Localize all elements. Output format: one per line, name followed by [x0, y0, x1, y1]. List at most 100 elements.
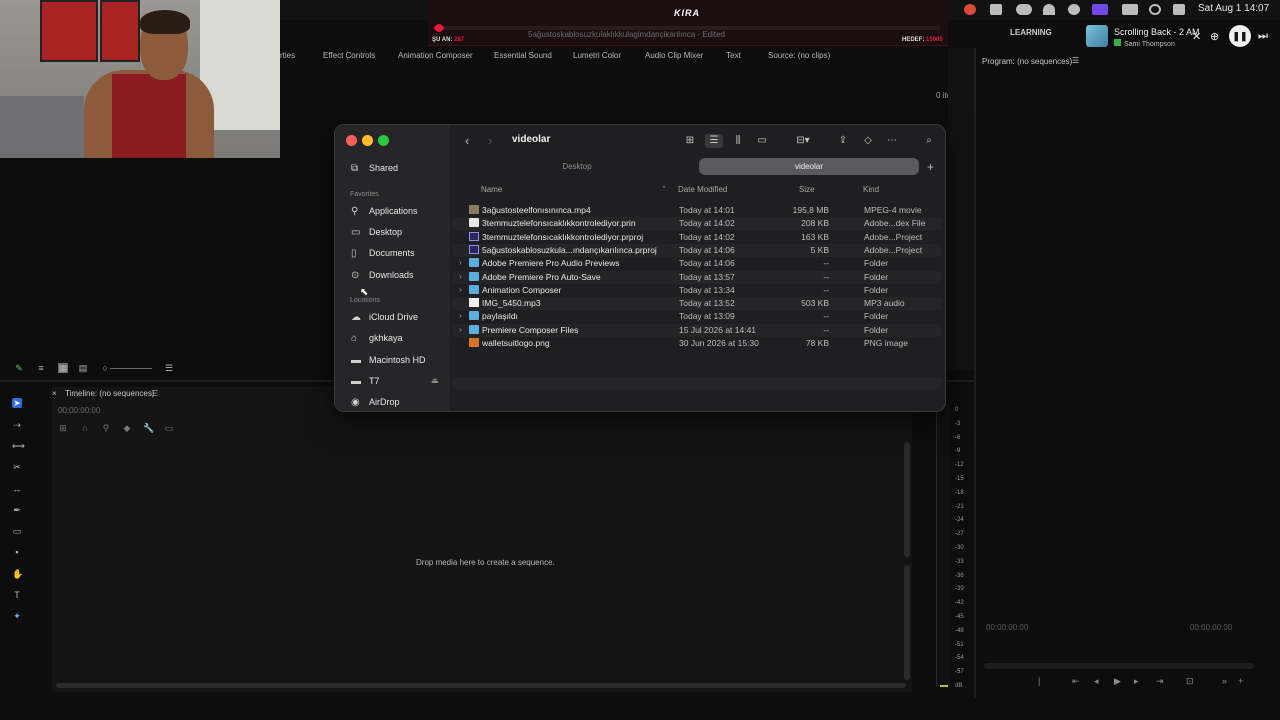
play-circle-icon[interactable] — [1068, 4, 1080, 15]
sidebar-item-applications[interactable]: ⚲ Applications — [351, 206, 418, 222]
mark-in-icon[interactable]: | — [1038, 676, 1040, 686]
sidebar-item-home[interactable]: ⌂ gkhkaya — [351, 333, 403, 349]
nest-icon[interactable]: ⊞ — [58, 423, 68, 433]
add-icon[interactable]: ⊕ — [1210, 30, 1219, 43]
icon-view-icon[interactable]: ▦ — [58, 363, 68, 373]
sort-chevron-icon[interactable]: ⌃ — [661, 185, 667, 193]
minimize-window-button[interactable] — [362, 135, 373, 146]
rectangle-tool-icon[interactable]: ▭ — [12, 526, 22, 536]
marker-icon[interactable]: ◆ — [122, 423, 132, 433]
ripple-edit-icon[interactable]: ⟷ — [12, 441, 25, 451]
zoom-slider-handle[interactable]: ○ — [100, 363, 110, 373]
search-icon[interactable] — [1149, 4, 1161, 15]
hand-tool-icon[interactable]: ✋ — [12, 569, 23, 579]
tab-animation-composer[interactable]: Animation Composer — [398, 51, 473, 60]
file-row[interactable]: › Premiere Composer Files 15 Jul 2026 at 1… — [453, 323, 941, 337]
sidebar-item-shared[interactable]: ⧉ Shared — [351, 163, 398, 179]
more-icon[interactable]: ⋯ — [883, 134, 901, 148]
file-row[interactable]: 3temmuztelefonsıcaklıkkontrolediyor.prpr… — [453, 231, 941, 244]
pen-tool-icon[interactable]: ✒ — [12, 505, 22, 515]
slip-tool-icon[interactable]: ↔ — [12, 484, 22, 494]
step-back-icon[interactable]: ◂ — [1094, 676, 1099, 687]
sidebar-item-icloud[interactable]: ☁ iCloud Drive — [351, 312, 418, 328]
timeline-scrollbar-h[interactable] — [56, 683, 906, 688]
next-track-icon[interactable]: ⏭ — [1258, 30, 1268, 43]
pause-button[interactable]: ❚❚ — [1229, 25, 1251, 47]
tab-lumetri-color[interactable]: Lumetri Color — [573, 51, 621, 60]
tab-source[interactable]: Source: (no clips) — [768, 51, 830, 60]
disclosure-chevron-icon[interactable]: › — [459, 272, 462, 281]
column-view-icon[interactable]: ⫼ — [729, 134, 747, 148]
tag-icon[interactable]: ◇ — [859, 134, 877, 148]
control-center-icon[interactable] — [1173, 4, 1185, 15]
close-window-button[interactable] — [346, 135, 357, 146]
more-controls-icon[interactable]: » — [1222, 676, 1227, 686]
back-icon[interactable]: ‹ — [465, 133, 469, 148]
list-view-icon[interactable]: ☰ — [705, 134, 723, 148]
tab-effect-controls[interactable]: Effect Controls — [323, 51, 375, 60]
timeline-close-icon[interactable]: × — [52, 389, 57, 398]
column-size[interactable]: Size — [799, 185, 815, 194]
program-time-right[interactable]: 00:00:00:00 — [1190, 623, 1232, 632]
column-date[interactable]: Date Modified — [678, 185, 727, 194]
file-row[interactable]: 3ağustosteelfonısınınca.mp4 Today at 14:0… — [453, 204, 941, 217]
file-row[interactable]: › Adobe Premiere Pro Auto-Save Today at 13… — [453, 270, 941, 284]
wifi-icon[interactable] — [1043, 4, 1055, 15]
group-icon[interactable]: ⊟▾ — [791, 134, 815, 148]
file-row[interactable]: › Adobe Premiere Pro Audio Previews Today … — [453, 257, 941, 270]
tab-audio-clip-mixer[interactable]: Audio Clip Mixer — [645, 51, 703, 60]
generative-tool-icon[interactable]: ✦ — [12, 611, 22, 621]
linked-icon[interactable]: ⚲ — [101, 423, 111, 433]
go-to-out-icon[interactable]: ⇥ — [1156, 676, 1164, 687]
column-name[interactable]: Name — [481, 185, 502, 194]
clock[interactable]: Sat Aug 1 14:07 — [1198, 3, 1269, 14]
share-icon[interactable]: ⇪ — [834, 134, 852, 148]
tab-essential-sound[interactable]: Essential Sound — [494, 51, 552, 60]
freeform-view-icon[interactable]: ▤ — [78, 363, 88, 373]
disclosure-chevron-icon[interactable]: › — [459, 285, 462, 294]
file-row[interactable]: › paylaşıldı Today at 13:09 -- Folder — [453, 310, 941, 323]
timeline-menu-icon[interactable]: ☰ — [151, 389, 158, 398]
file-row[interactable]: › Animation Composer Today at 13:34 -- Folde… — [453, 284, 941, 297]
sidebar-item-t7[interactable]: ▬ T7 ⏏ — [351, 376, 441, 392]
gallery-view-icon[interactable]: ▭ — [753, 134, 771, 148]
battery-icon[interactable] — [1122, 4, 1138, 15]
disclosure-chevron-icon[interactable]: › — [459, 258, 462, 267]
tab-text[interactable]: Text — [726, 51, 741, 60]
program-monitor-title[interactable]: Program: (no sequences) — [982, 57, 1072, 66]
timeline-title[interactable]: Timeline: (no sequences) — [65, 389, 155, 398]
path-desktop[interactable]: Desktop — [457, 158, 697, 175]
path-videolar[interactable]: videolar — [699, 158, 919, 175]
program-scrubber[interactable] — [984, 663, 1254, 669]
cloud-sync-icon[interactable] — [1016, 4, 1032, 15]
sort-icon[interactable]: ☰ — [164, 363, 174, 373]
play-icon[interactable]: ▶ — [1114, 676, 1121, 687]
timeline-scrollbar-v2[interactable] — [904, 565, 910, 680]
icon-view-icon[interactable]: ⊞ — [681, 134, 699, 148]
export-frame-icon[interactable]: ⊡ — [1186, 676, 1194, 687]
eject-icon[interactable]: ⏏ — [431, 376, 439, 385]
program-menu-icon[interactable]: ☰ — [1072, 56, 1079, 65]
zoom-slider[interactable] — [110, 368, 152, 369]
sidebar-item-downloads[interactable]: ⊙ Downloads — [351, 270, 414, 286]
column-kind[interactable]: Kind — [863, 185, 879, 194]
file-row[interactable]: walletsuitlogo.png 30 Jun 2026 at 15:30 78… — [453, 337, 941, 350]
file-row[interactable]: IMG_5450.mp3 Today at 13:52 503 KB MP3 audi… — [453, 297, 941, 311]
list-view-icon[interactable]: ≡ — [36, 363, 46, 373]
file-row[interactable]: 3temmuztelefonsıcaklıkkontrolediyor.prin… — [453, 217, 941, 231]
wrench-icon[interactable]: 🔧 — [143, 423, 154, 433]
selection-tool-icon[interactable]: ➤ — [12, 398, 22, 408]
add-button-icon[interactable]: + — [1238, 676, 1243, 686]
forward-icon[interactable]: › — [488, 133, 492, 148]
tab-properties[interactable]: rties — [280, 51, 295, 60]
program-time-left[interactable]: 00:00:00:00 — [986, 623, 1028, 632]
mail-icon[interactable] — [990, 4, 1002, 15]
chrome-icon[interactable] — [964, 4, 976, 15]
disclosure-chevron-icon[interactable]: › — [459, 325, 462, 334]
go-to-in-icon[interactable]: ⇤ — [1072, 676, 1080, 687]
type-tool-icon[interactable]: T — [12, 590, 22, 600]
timeline-timecode[interactable]: 00:00:00:00 — [58, 406, 100, 415]
add-tab-icon[interactable]: + — [927, 160, 934, 174]
close-icon[interactable]: ✕ — [1192, 30, 1201, 43]
window-icon[interactable] — [1092, 4, 1108, 15]
